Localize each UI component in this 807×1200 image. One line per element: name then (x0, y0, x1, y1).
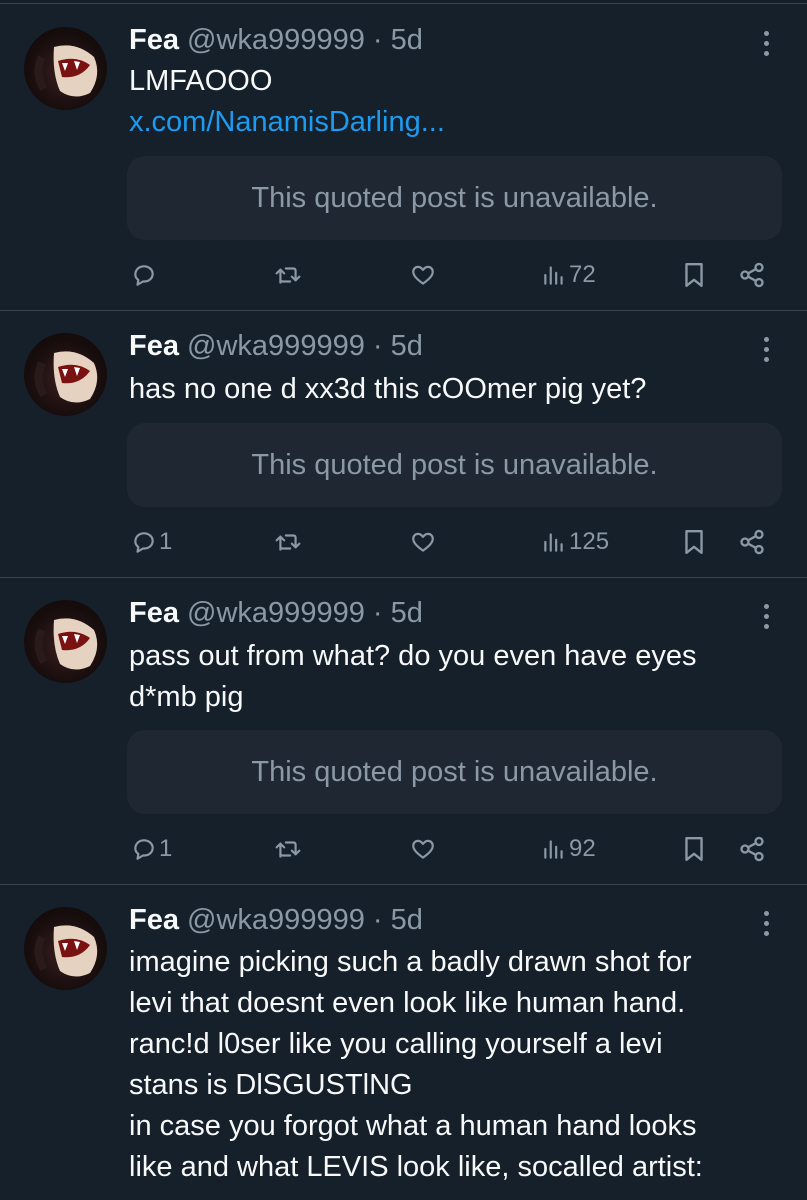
post-text: has no one d xx3d this cOOmer pig yet? (129, 369, 779, 410)
like-icon (412, 839, 434, 859)
share-icon (740, 262, 764, 288)
post-text-line: pass out from what? do you even have eye… (129, 640, 697, 672)
more-options-icon[interactable] (752, 23, 780, 63)
post[interactable]: Fea @wka999999 · 5d pass out from what? … (0, 578, 807, 885)
views-count: 125 (569, 528, 610, 555)
repost-icon (275, 267, 301, 284)
quoted-post-unavailable: This quoted post is unavailable. (127, 423, 782, 507)
post-text-line: d*mb pig (129, 681, 244, 713)
like-button[interactable] (409, 255, 437, 295)
share-button[interactable] (738, 522, 766, 562)
post-text-line: ranc!d l0ser like you calling yourself a… (129, 1028, 663, 1060)
repost-button[interactable] (273, 829, 303, 869)
reply-icon (134, 265, 154, 286)
reply-button[interactable]: 1 (131, 829, 172, 869)
share-icon (740, 529, 764, 555)
repost-button[interactable] (273, 522, 303, 562)
post-text-line: has no one d xx3d this cOOmer pig yet? (129, 373, 647, 405)
display-name[interactable]: Fea (129, 330, 179, 362)
bookmark-button[interactable] (681, 829, 707, 869)
share-icon (740, 836, 764, 862)
bookmark-icon (685, 530, 703, 554)
share-button[interactable] (738, 829, 766, 869)
post-text: imagine picking such a badly drawn shot … (129, 942, 779, 1188)
bookmark-icon (685, 263, 703, 287)
reply-count: 1 (159, 835, 173, 862)
separator-dot: · (372, 24, 383, 56)
post-header: Fea @wka999999 · 5d (129, 329, 423, 363)
post-text-line: in case you forgot what a human hand loo… (129, 1110, 697, 1142)
post-text-line: stans is DlSGUSTlNG (129, 1069, 413, 1101)
post-text-line: imagine picking such a badly drawn shot … (129, 946, 692, 978)
post-time[interactable]: 5d (391, 904, 423, 936)
user-handle[interactable]: @wka999999 (187, 24, 365, 56)
post-actions: 1 125 (0, 522, 807, 562)
reply-button[interactable] (131, 255, 159, 295)
reply-count: 1 (159, 528, 173, 555)
quote-text: This quoted post is unavailable. (251, 448, 658, 481)
post[interactable]: Fea @wka999999 · 5d has no one d xx3d th… (0, 311, 807, 578)
post-header: Fea @wka999999 · 5d (129, 903, 423, 937)
reply-icon (134, 839, 154, 860)
like-button[interactable] (409, 522, 437, 562)
post-header: Fea @wka999999 · 5d (129, 596, 423, 630)
views-button[interactable]: 125 (541, 522, 609, 562)
views-count: 72 (569, 261, 596, 288)
like-icon (412, 265, 434, 285)
like-button[interactable] (409, 829, 437, 869)
post-time[interactable]: 5d (391, 24, 423, 56)
display-name[interactable]: Fea (129, 24, 179, 56)
bookmark-button[interactable] (681, 255, 707, 295)
share-button[interactable] (738, 255, 766, 295)
post-text-line: like and what LEVIS look like, socalled … (129, 1151, 703, 1183)
post-text-line: levi that doesnt even look like human ha… (129, 987, 686, 1019)
post-actions: 1 92 (0, 829, 807, 869)
repost-icon (275, 841, 301, 858)
post-header: Fea @wka999999 · 5d (129, 23, 423, 57)
bookmark-icon (685, 837, 703, 861)
avatar[interactable] (24, 907, 107, 990)
reply-button[interactable]: 1 (131, 522, 172, 562)
bookmark-button[interactable] (681, 522, 707, 562)
post[interactable]: Fea @wka999999 · 5d imagine picking such… (0, 885, 807, 1200)
more-options-icon[interactable] (752, 329, 780, 369)
views-icon (544, 840, 563, 859)
views-button[interactable]: 92 (541, 829, 596, 869)
quoted-post-unavailable: This quoted post is unavailable. (127, 156, 782, 240)
quote-text: This quoted post is unavailable. (251, 181, 658, 214)
quoted-post-unavailable: This quoted post is unavailable. (127, 730, 782, 814)
user-handle[interactable]: @wka999999 (187, 904, 365, 936)
views-count: 92 (569, 835, 596, 862)
post-time[interactable]: 5d (391, 330, 423, 362)
user-handle[interactable]: @wka999999 (187, 330, 365, 362)
display-name[interactable]: Fea (129, 597, 179, 629)
post-text: LMFAOOO x.com/NanamisDarling... (129, 61, 779, 143)
like-icon (412, 532, 434, 552)
post[interactable]: Fea @wka999999 · 5d LMFAOOO x.com/Nanami… (0, 5, 807, 311)
separator-dot: · (372, 330, 383, 362)
post-link[interactable]: x.com/NanamisDarling... (129, 102, 779, 143)
more-options-icon[interactable] (752, 596, 780, 636)
top-divider (0, 0, 807, 4)
avatar[interactable] (24, 27, 107, 110)
post-text-line: LMFAOOO (129, 65, 273, 97)
user-handle[interactable]: @wka999999 (187, 597, 365, 629)
views-button[interactable]: 72 (541, 255, 596, 295)
avatar[interactable] (24, 333, 107, 416)
post-text: pass out from what? do you even have eye… (129, 636, 779, 718)
views-icon (544, 533, 563, 552)
more-options-icon[interactable] (752, 903, 780, 943)
reply-icon (134, 532, 154, 553)
separator-dot: · (372, 597, 383, 629)
post-actions: 72 (0, 255, 807, 295)
separator-dot: · (372, 904, 383, 936)
avatar[interactable] (24, 600, 107, 683)
repost-icon (275, 534, 301, 551)
post-time[interactable]: 5d (391, 597, 423, 629)
views-icon (544, 266, 563, 285)
quote-text: This quoted post is unavailable. (251, 755, 658, 788)
display-name[interactable]: Fea (129, 904, 179, 936)
timeline-feed: Fea @wka999999 · 5d LMFAOOO x.com/Nanami… (0, 0, 807, 1200)
repost-button[interactable] (273, 255, 303, 295)
